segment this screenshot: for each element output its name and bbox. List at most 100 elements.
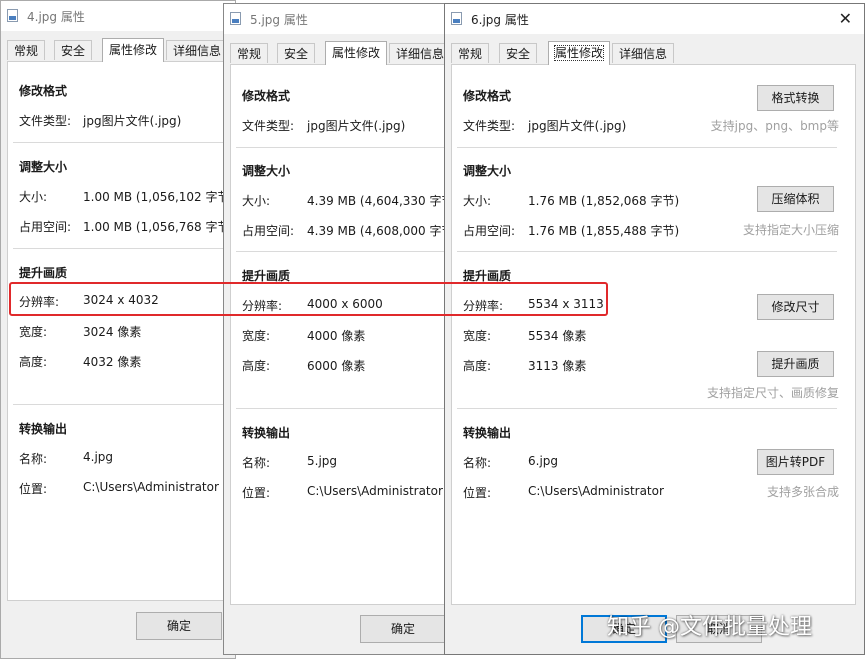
location-value: C:\Users\Administrator	[307, 484, 443, 498]
divider	[13, 142, 235, 143]
divider	[13, 248, 235, 249]
section-convert-output: 转换输出	[19, 422, 68, 436]
section-convert-output: 转换输出	[242, 426, 291, 440]
tab-general[interactable]: 常规	[230, 43, 269, 63]
height-label: 高度:	[19, 355, 48, 369]
name-label: 名称:	[242, 456, 271, 470]
tab-property-modify[interactable]: 属性修改	[102, 38, 165, 62]
divider	[236, 408, 454, 409]
file-icon	[230, 12, 241, 25]
tab-panel: 修改格式 文件类型: jpg图片文件(.jpg) 调整大小 大小: 1.00 M…	[7, 61, 235, 601]
divider	[236, 251, 454, 252]
section-modify-format: 修改格式	[242, 89, 291, 103]
width-value: 3024 像素	[83, 325, 142, 339]
width-label: 宽度:	[463, 329, 492, 343]
size-label: 大小:	[463, 194, 492, 208]
section-adjust-size: 调整大小	[19, 160, 68, 174]
title-bar[interactable]: 5.jpg 属性	[224, 4, 454, 34]
height-label: 高度:	[242, 359, 271, 373]
file-icon	[451, 12, 462, 25]
disk-size-value: 1.00 MB (1,056,768 字节)	[83, 220, 235, 234]
format-hint: 支持jpg、png、bmp等	[710, 119, 839, 133]
close-icon[interactable]: ✕	[839, 9, 852, 28]
section-improve-quality: 提升画质	[19, 266, 68, 280]
size-value: 4.39 MB (4,604,330 字节)	[307, 194, 455, 208]
location-value: C:\Users\Administrator	[528, 484, 664, 498]
ok-button[interactable]: 确定	[136, 612, 222, 640]
disk-size-value: 4.39 MB (4,608,000 字节)	[307, 224, 455, 238]
divider	[457, 408, 837, 409]
tab-details[interactable]: 详细信息	[389, 43, 452, 63]
tab-property-modify[interactable]: 属性修改	[325, 41, 388, 65]
disk-size-label: 占用空间:	[463, 224, 516, 238]
size-value: 1.76 MB (1,852,068 字节)	[528, 194, 680, 208]
width-value: 4000 像素	[307, 329, 366, 343]
file-type-label: 文件类型:	[242, 119, 295, 133]
ok-button[interactable]: 确定	[360, 615, 446, 643]
section-convert-output: 转换输出	[463, 426, 512, 440]
width-label: 宽度:	[19, 325, 48, 339]
title-bar[interactable]: 6.jpg 属性 ✕	[445, 4, 864, 34]
divider	[457, 147, 837, 148]
to-pdf-button[interactable]: 图片转PDF	[757, 449, 834, 475]
tab-security[interactable]: 安全	[499, 43, 538, 63]
tab-general[interactable]: 常规	[7, 40, 46, 60]
compress-hint: 支持指定大小压缩	[742, 223, 839, 237]
location-value: C:\Users\Administrator	[83, 480, 219, 494]
name-label: 名称:	[463, 456, 492, 470]
height-value: 4032 像素	[83, 355, 142, 369]
location-label: 位置:	[242, 486, 271, 500]
properties-window-6: 6.jpg 属性 ✕ 常规 安全 属性修改 详细信息 修改格式 文件类型: jp…	[444, 3, 865, 655]
section-modify-format: 修改格式	[19, 84, 68, 98]
file-type-label: 文件类型:	[463, 119, 516, 133]
disk-size-value: 1.76 MB (1,855,488 字节)	[528, 224, 680, 238]
compress-button[interactable]: 压缩体积	[757, 186, 834, 212]
name-label: 名称:	[19, 452, 48, 466]
file-type-value: jpg图片文件(.jpg)	[528, 119, 627, 133]
tab-panel: 修改格式 文件类型: jpg图片文件(.jpg) 格式转换 支持jpg、png、…	[451, 64, 856, 605]
tab-security[interactable]: 安全	[54, 40, 93, 60]
section-modify-format: 修改格式	[463, 89, 512, 103]
window-title: 6.jpg 属性	[471, 13, 529, 27]
size-value: 1.00 MB (1,056,102 字节)	[83, 190, 235, 204]
height-label: 高度:	[463, 359, 492, 373]
file-type-label: 文件类型:	[19, 114, 72, 128]
properties-window-4: 4.jpg 属性 常规 安全 属性修改 详细信息 修改格式 文件类型: jpg图…	[0, 0, 236, 659]
file-type-value: jpg图片文件(.jpg)	[83, 114, 182, 128]
tab-property-modify[interactable]: 属性修改	[548, 41, 611, 65]
size-label: 大小:	[19, 190, 48, 204]
name-value: 5.jpg	[307, 454, 338, 468]
section-adjust-size: 调整大小	[242, 164, 291, 178]
format-convert-button[interactable]: 格式转换	[757, 85, 834, 111]
tab-security[interactable]: 安全	[277, 43, 316, 63]
disk-size-label: 占用空间:	[19, 220, 72, 234]
properties-window-5: 5.jpg 属性 常规 安全 属性修改 详细信息 修改格式 文件类型: jpg图…	[223, 3, 455, 655]
size-label: 大小:	[242, 194, 271, 208]
divider	[457, 251, 837, 252]
resolution-highlight-box	[9, 282, 608, 316]
tab-details[interactable]: 详细信息	[612, 43, 675, 63]
file-type-value: jpg图片文件(.jpg)	[307, 119, 406, 133]
divider	[236, 147, 454, 148]
location-label: 位置:	[463, 486, 492, 500]
tab-panel: 修改格式 文件类型: jpg图片文件(.jpg) 调整大小 大小: 4.39 M…	[230, 64, 455, 605]
name-value: 4.jpg	[83, 450, 114, 464]
height-value: 3113 像素	[528, 359, 587, 373]
title-bar[interactable]: 4.jpg 属性	[1, 1, 235, 31]
divider	[13, 404, 235, 405]
pdf-hint: 支持多张合成	[766, 485, 839, 499]
file-icon	[7, 9, 18, 22]
location-label: 位置:	[19, 482, 48, 496]
disk-size-label: 占用空间:	[242, 224, 295, 238]
enhance-hint: 支持指定尺寸、画质修复	[706, 386, 839, 400]
width-value: 5534 像素	[528, 329, 587, 343]
enhance-button[interactable]: 提升画质	[757, 351, 834, 377]
watermark: 知乎 @文件批量处理	[607, 615, 812, 640]
height-value: 6000 像素	[307, 359, 366, 373]
width-label: 宽度:	[242, 329, 271, 343]
resize-button[interactable]: 修改尺寸	[757, 294, 834, 320]
tab-general[interactable]: 常规	[451, 43, 490, 63]
tab-details[interactable]: 详细信息	[166, 40, 229, 60]
window-title: 5.jpg 属性	[250, 13, 308, 27]
section-adjust-size: 调整大小	[463, 164, 512, 178]
